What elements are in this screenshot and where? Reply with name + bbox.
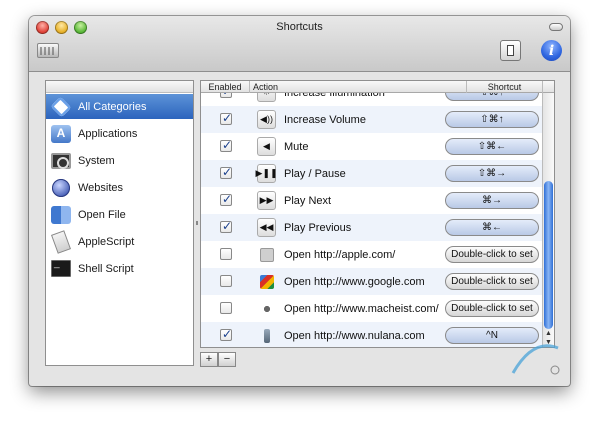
document-icon [507,45,514,56]
table-row[interactable]: ◀ Mute ⇧⌘← [201,133,543,160]
action-label: Open http://www.macheist.com/ [284,303,439,315]
enabled-checkbox[interactable] [220,192,232,206]
play-previous-icon: ◀◀ [257,218,276,237]
sidebar-item-applications[interactable]: Applications [46,121,193,146]
shortcut-field[interactable]: ⇧⌘← [445,138,539,155]
sidebar-item-websites[interactable]: Websites [46,175,193,200]
shortcut-field[interactable]: ⌘→ [445,192,539,209]
table-row[interactable]: ▶❚❚ Play / Pause ⇧⌘→ [201,160,543,187]
document-button[interactable] [500,40,521,61]
enabled-checkbox[interactable] [220,275,232,287]
shortcuts-table: Enabled Action Shortcut ☀ Increase Illumi… [200,80,555,348]
toolbar-toggle-button[interactable] [549,23,563,31]
macheist-site-icon [257,299,276,318]
action-label: Play Next [284,195,332,207]
action-label: Play Previous [284,222,352,234]
sidebar-item-open-file[interactable]: Open File [46,202,193,227]
volume-up-icon: ◀)) [257,110,276,129]
enabled-checkbox[interactable] [220,327,232,341]
applications-icon [50,124,72,144]
action-label: Mute [284,141,309,153]
shortcut-field[interactable]: Double-click to set [445,273,539,290]
sidebar-item-label: Open File [78,208,126,221]
keyboard-icon[interactable] [37,43,59,58]
add-remove-controls: + − [200,352,236,367]
column-header-enabled[interactable]: Enabled [201,81,250,93]
shortcut-field[interactable]: ⇧⌘↑ [445,93,539,101]
table-row[interactable]: Open http://www.google.com Double-click t… [201,268,543,295]
shortcut-field[interactable]: Double-click to set [445,300,539,317]
sidebar-item-system[interactable]: System [46,148,193,173]
resize-corner-decoration [511,344,560,375]
action-label: Increase Volume [284,114,366,126]
sidebar-item-label: Websites [78,181,124,194]
table-header: Enabled Action Shortcut [201,81,554,93]
sidebar-item-label: Applications [78,127,138,140]
open-file-icon [50,205,72,225]
mute-icon: ◀ [257,137,276,156]
info-button[interactable]: i [541,40,562,61]
enabled-checkbox[interactable] [220,248,232,260]
enabled-checkbox[interactable] [220,93,232,98]
system-icon [50,151,72,171]
play-next-icon: ▶▶ [257,191,276,210]
column-header-action[interactable]: Action [250,81,467,93]
window-title: Shortcuts [276,21,323,33]
google-site-icon [257,272,276,291]
sidebar-item-shell-script[interactable]: Shell Script [46,256,193,281]
sidebar-item-applescript[interactable]: AppleScript [46,229,193,254]
shortcut-field[interactable]: Double-click to set [445,246,539,263]
add-shortcut-button[interactable]: + [200,352,218,367]
enabled-checkbox[interactable] [220,219,232,233]
shortcut-field[interactable]: ⌘← [445,219,539,236]
all-categories-icon [50,96,72,117]
action-label: Play / Pause [284,168,346,180]
category-sidebar: All Categories Applications System Websites… [45,80,194,366]
table-row[interactable]: Open http://www.nulana.com^N [201,322,543,347]
action-label: Increase Illumination [284,93,385,99]
action-label: Open http://www.nulana.com [284,330,425,342]
shortcut-field[interactable]: ⇧⌘→ [445,165,539,182]
table-row[interactable]: ☀ Increase Illumination ⇧⌘↑ [201,93,543,106]
action-label: Open http://www.google.com [284,276,425,288]
column-header-shortcut[interactable]: Shortcut [467,81,543,93]
illumination-icon: ☀ [257,93,276,102]
enabled-checkbox[interactable] [220,302,232,314]
table-row[interactable]: ◀◀ Play Previous ⌘← [201,214,543,241]
table-row[interactable]: Open http://apple.com/Double-click to se… [201,241,543,268]
enabled-checkbox[interactable] [220,111,232,125]
enabled-checkbox[interactable] [220,138,232,152]
sidebar-item-label: All Categories [78,100,147,113]
shell-script-icon [50,258,72,279]
sidebar-item-label: AppleScript [78,235,135,248]
action-label: Open http://apple.com/ [284,249,396,261]
table-rows: ☀ Increase Illumination ⇧⌘↑ ◀)) Increase Vol… [201,93,543,347]
sidebar-header [46,81,193,93]
shortcuts-window: Shortcuts i All Categories Applications Sy… [29,16,570,386]
sidebar-item-label: System [78,154,115,167]
apple-site-icon [257,245,276,264]
table-row[interactable]: ▶▶ Play Next ⌘→ [201,187,543,214]
nulana-site-icon [257,326,276,345]
remove-shortcut-button[interactable]: − [218,352,236,367]
table-row[interactable]: ◀)) Increase Volume ⇧⌘↑ [201,106,543,133]
play-pause-icon: ▶❚❚ [256,164,278,183]
scrollbar-thumb[interactable] [544,181,553,329]
vertical-scrollbar[interactable]: ▲ ▼ [542,93,554,347]
enabled-checkbox[interactable] [220,165,232,179]
sidebar-item-all-categories[interactable]: All Categories [46,94,193,119]
sidebar-item-label: Shell Script [78,262,134,275]
websites-icon [50,178,72,198]
split-view-handle[interactable] [196,221,198,225]
shortcut-field[interactable]: ⇧⌘↑ [445,111,539,128]
table-row[interactable]: Open http://www.macheist.com/Double-clic… [201,295,543,322]
applescript-icon [50,229,72,254]
titlebar: Shortcuts i [29,16,570,72]
